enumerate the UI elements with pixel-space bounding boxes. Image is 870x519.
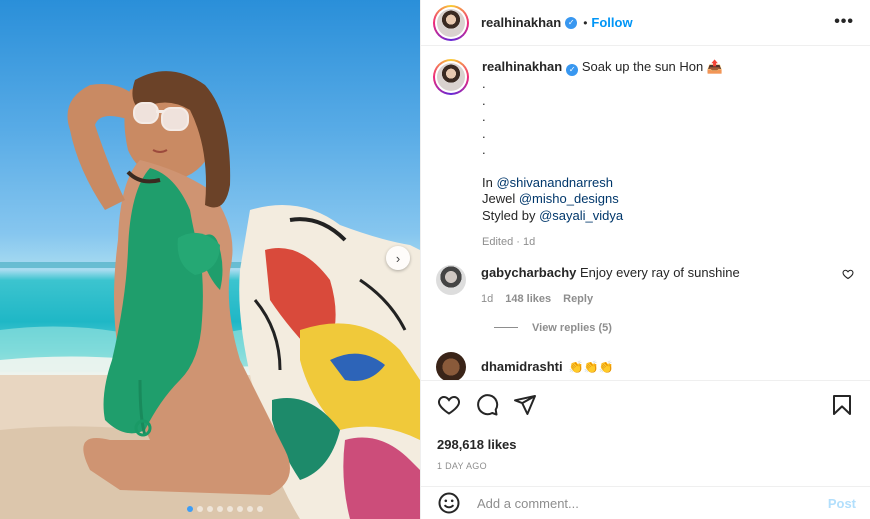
verified-badge-icon: ✓ xyxy=(566,64,579,76)
bookmark-icon[interactable] xyxy=(830,393,854,417)
credit-styled: Styled by @sayali_vidya xyxy=(482,208,723,225)
comment-meta: 1d 148 likes Reply xyxy=(481,291,740,308)
add-comment-bar: Add a comment... Post xyxy=(421,486,870,519)
comment-age: 1d xyxy=(481,293,494,305)
mention-link[interactable]: @misho_designs xyxy=(519,191,619,206)
commenter-avatar[interactable] xyxy=(436,264,466,295)
comment-likes[interactable]: 148 likes xyxy=(505,293,551,305)
carousel-dot xyxy=(237,506,243,512)
reply-button[interactable]: Reply xyxy=(563,293,593,305)
share-icon[interactable] xyxy=(513,393,537,417)
heart-icon[interactable] xyxy=(437,393,461,417)
credit-jewel-label: Jewel xyxy=(482,191,519,206)
header-separator: • xyxy=(583,15,588,30)
photo-illustration xyxy=(0,71,420,519)
comment-body: gabycharbachy Enjoy every ray of sunshin… xyxy=(481,265,740,308)
comment-item: dhamidrashti 👏👏👏 xyxy=(433,351,858,380)
view-replies-label: View replies (5) xyxy=(532,321,612,334)
follow-button[interactable]: Follow xyxy=(591,15,632,30)
comments-list[interactable]: realhinakhan ✓ Soak up the sun Hon 📤 . . … xyxy=(421,47,870,380)
comment-input[interactable]: Add a comment... xyxy=(477,496,828,511)
post-caption: realhinakhan ✓ Soak up the sun Hon 📤 . . … xyxy=(433,59,858,251)
credit-in: In @shivanandnarresh xyxy=(482,175,723,192)
view-replies-button[interactable]: View replies (5) xyxy=(494,322,858,334)
likes-count[interactable]: 298,618 likes xyxy=(437,437,854,452)
mention-link[interactable]: @sayali_vidya xyxy=(539,208,623,223)
caption-body: realhinakhan ✓ Soak up the sun Hon 📤 . . … xyxy=(482,59,723,251)
post-photo[interactable]: › xyxy=(0,0,420,519)
credit-in-label: In xyxy=(482,174,497,190)
carousel-indicators xyxy=(0,506,420,512)
carousel-dot xyxy=(247,506,253,512)
outbox-emoji: 📤 xyxy=(706,59,724,74)
credit-styled-label: Styled by xyxy=(482,207,540,223)
comment-text: Enjoy every ray of sunshine xyxy=(580,264,740,280)
caption-dot-line: . xyxy=(482,109,486,124)
post-date: 1 DAY AGO xyxy=(437,461,487,471)
verified-badge-icon: ✓ xyxy=(565,16,578,29)
caption-dot-line: . xyxy=(482,92,486,108)
caption-author-username[interactable]: realhinakhan xyxy=(482,59,562,74)
commenter-avatar[interactable] xyxy=(436,351,466,380)
carousel-next-button[interactable]: › xyxy=(386,246,410,270)
commenter-username[interactable]: dhamidrashti xyxy=(481,359,563,374)
post-header: realhinakhan ✓ • Follow ••• xyxy=(421,0,870,46)
carousel-dot xyxy=(187,506,193,512)
carousel-dot xyxy=(197,506,203,512)
mention-link[interactable]: @shivanandnarresh xyxy=(496,175,613,190)
carousel-dot xyxy=(257,506,263,512)
carousel-dot xyxy=(207,506,213,512)
caption-dot-line: . xyxy=(482,142,486,157)
author-avatar[interactable] xyxy=(433,4,469,41)
credit-jewel: Jewel @misho_designs xyxy=(482,191,723,208)
comment-text: 👏👏👏 xyxy=(568,359,614,374)
more-options-icon[interactable]: ••• xyxy=(834,13,854,31)
emoji-icon[interactable] xyxy=(437,491,461,515)
post-comment-button[interactable]: Post xyxy=(828,496,856,511)
caption-dot-line: . xyxy=(482,76,486,91)
carousel-dot xyxy=(227,506,233,512)
chevron-right-icon: › xyxy=(395,250,401,266)
comment-like-heart-icon[interactable] xyxy=(842,268,854,283)
author-username[interactable]: realhinakhan xyxy=(481,15,561,30)
caption-edited-time: Edited · 1d xyxy=(482,236,536,248)
caption-dot-line: . xyxy=(482,125,486,141)
comment-item: gabycharbachy Enjoy every ray of sunshin… xyxy=(433,264,858,308)
caption-author-avatar[interactable] xyxy=(433,59,469,95)
carousel-dot xyxy=(217,506,223,512)
commenter-username[interactable]: gabycharbachy xyxy=(481,265,576,280)
caption-text: Soak up the sun Hon xyxy=(581,59,704,74)
post-actions: 298,618 likes 1 DAY AGO xyxy=(421,380,870,471)
post-sidebar: realhinakhan ✓ • Follow ••• realhinakhan… xyxy=(420,0,870,519)
comment-icon[interactable] xyxy=(475,393,499,417)
